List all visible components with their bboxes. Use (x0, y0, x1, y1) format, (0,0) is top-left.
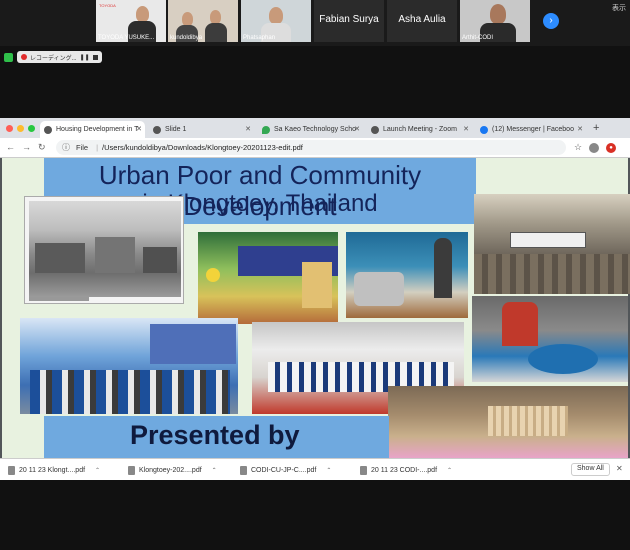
info-icon[interactable]: ⓘ (62, 142, 70, 153)
address-separator: | (96, 143, 99, 152)
download-filename: Klongtoey-202....pdf (139, 466, 202, 474)
participant-name: kundoldibya (170, 35, 203, 41)
pdf-file-icon (360, 465, 367, 475)
participant-name: TOYODA YUSUKE... (98, 35, 155, 41)
download-filename: 20 11 23 CODI-....pdf (371, 466, 438, 474)
close-icon[interactable]: ✕ (577, 125, 583, 133)
tab-slide-1[interactable]: Slide 1 ✕ (149, 121, 254, 138)
pdf-file-icon (128, 465, 135, 475)
map-pin-icon (262, 125, 270, 134)
participant-tile[interactable]: Asha Aulia (387, 0, 457, 42)
address-bar-row: ← → ↻ ⓘ File | /Users/kundoldibya/Downlo… (0, 138, 630, 158)
participant-name: Asha Aulia (398, 14, 446, 25)
chevron-up-icon[interactable]: ⌃ (95, 467, 100, 474)
pdf-file-icon (240, 465, 247, 475)
tab-title: Launch Meeting - Zoom (383, 126, 457, 133)
chevron-right-icon[interactable]: › (543, 13, 559, 29)
photo-old-slum (24, 196, 184, 304)
participant-name: Phatsaphan (243, 35, 276, 41)
extension-icon[interactable]: ● (606, 142, 617, 153)
tab-title: (12) Messenger | Faceboo (492, 126, 574, 133)
tab-messenger[interactable]: (12) Messenger | Faceboo ✕ (476, 121, 586, 138)
url-text: /Users/kundoldibya/Downloads/Klongtoey-2… (102, 143, 303, 152)
stop-icon[interactable] (92, 54, 98, 60)
zoom-participant-strip: TOYODA TOYODA YUSUKE... kundoldibya Phat… (0, 0, 630, 46)
chevron-up-icon[interactable]: ⌃ (447, 467, 452, 474)
close-icon[interactable]: ✕ (136, 125, 142, 133)
window-controls (6, 125, 35, 132)
address-bar[interactable]: ⓘ File | /Users/kundoldibya/Downloads/Kl… (56, 140, 566, 155)
photo-market-vendor (346, 232, 468, 318)
photo-eggs-market (388, 386, 628, 458)
participant-tile[interactable]: Arthit-CODI (460, 0, 530, 42)
pdf-file-icon (8, 465, 15, 475)
download-filename: CODI-CU-JP-C....pdf (251, 466, 317, 474)
globe-icon (371, 125, 379, 134)
avatar[interactable] (589, 142, 600, 153)
tab-title: Housing Development in T (56, 126, 139, 133)
slide-page: Urban Poor and Community Development in … (2, 158, 630, 458)
close-icon[interactable]: ✕ (245, 125, 251, 133)
browser-window: Housing Development in T ✕ Slide 1 ✕ Sa … (0, 118, 630, 158)
tab-title: Sa Kaeo Technology Scho (274, 126, 356, 133)
toolbar-right: ☆ ● (574, 142, 617, 153)
view-button[interactable]: 表示 (612, 3, 626, 13)
participant-tile[interactable]: Fabian Surya (314, 0, 384, 42)
show-all-button[interactable]: Show All (571, 463, 610, 476)
presented-by-text: Presented by (130, 420, 300, 450)
close-window-icon[interactable] (6, 125, 13, 132)
close-icon[interactable]: ✕ (463, 125, 469, 133)
scheme-label: File (76, 143, 89, 152)
close-icon[interactable]: ✕ (354, 125, 360, 133)
pdf-viewer[interactable]: Urban Poor and Community Development in … (0, 158, 630, 458)
download-item[interactable]: CODI-CU-JP-C....pdf ⌃ (240, 463, 331, 477)
shield-icon (4, 52, 13, 62)
tab-sa-kaeo[interactable]: Sa Kaeo Technology Scho ✕ (258, 121, 363, 138)
view-label: 表示 (612, 5, 626, 12)
photo-school-entrance (198, 232, 338, 324)
photo-community-crowd (20, 318, 238, 414)
download-bar: 20 11 23 Klongt....pdf ⌃ Klongtoey-202..… (0, 458, 630, 480)
minimize-window-icon[interactable] (17, 125, 24, 132)
download-item[interactable]: 20 11 23 CODI-....pdf ⌃ (360, 463, 452, 477)
globe-icon (153, 125, 161, 134)
download-filename: 20 11 23 Klongt....pdf (19, 466, 86, 474)
recording-indicator: レコーディング... ❚❚ (4, 51, 102, 63)
close-icon[interactable]: ✕ (616, 464, 623, 473)
tab-title: Slide 1 (165, 126, 187, 133)
photo-vendor-bowls (472, 296, 628, 382)
tab-housing-development[interactable]: Housing Development in T ✕ (40, 121, 145, 138)
zoom-background (0, 480, 630, 550)
chevron-up-icon[interactable]: ⌃ (326, 467, 331, 474)
record-dot-icon (21, 54, 27, 60)
download-item[interactable]: Klongtoey-202....pdf ⌃ (128, 463, 217, 477)
pause-icon[interactable]: ❚❚ (80, 54, 90, 61)
forward-icon[interactable]: → (22, 142, 31, 153)
download-item[interactable]: 20 11 23 Klongt....pdf ⌃ (8, 463, 100, 477)
maximize-window-icon[interactable] (28, 125, 35, 132)
participant-tile[interactable]: kundoldibya (168, 0, 238, 42)
recording-label: レコーディング... (30, 55, 77, 62)
tab-launch-meeting[interactable]: Launch Meeting - Zoom ✕ (367, 121, 472, 138)
recording-pill[interactable]: レコーディング... ❚❚ (17, 51, 102, 63)
star-icon[interactable]: ☆ (574, 142, 582, 153)
photo-rooftops (474, 194, 630, 294)
participant-tile[interactable]: TOYODA TOYODA YUSUKE... (96, 0, 166, 42)
tab-strip: Housing Development in T ✕ Slide 1 ✕ Sa … (0, 118, 630, 138)
participant-name: Fabian Surya (319, 14, 379, 25)
back-icon[interactable]: ← (6, 142, 15, 153)
new-tab-icon[interactable]: + (593, 122, 599, 134)
participant-name: Arthit-CODI (462, 35, 494, 41)
reload-icon[interactable]: ↻ (38, 142, 46, 153)
chevron-up-icon[interactable]: ⌃ (212, 467, 217, 474)
globe-icon (44, 125, 52, 134)
participant-tile[interactable]: Phatsaphan (241, 0, 311, 42)
nav-buttons: ← → ↻ (6, 142, 46, 153)
facebook-icon (480, 125, 488, 134)
